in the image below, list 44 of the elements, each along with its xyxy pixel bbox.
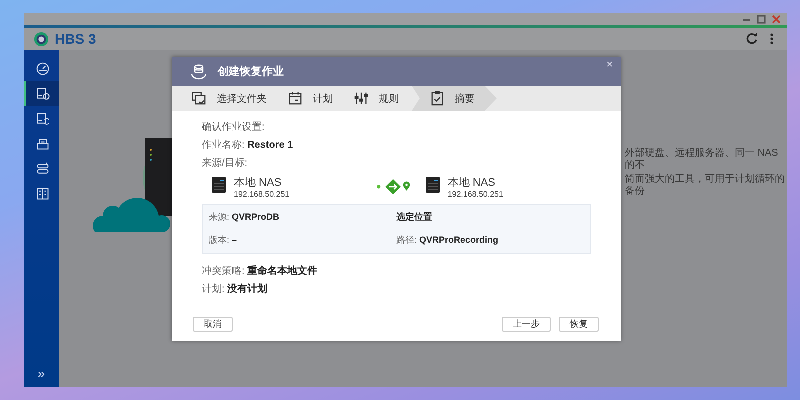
dialog-button[interactable]: 恢复	[559, 317, 599, 332]
clipboard-icon	[430, 91, 445, 106]
device-ip: 192.168.50.251	[448, 190, 504, 199]
source-target-label: 来源/目标:	[202, 156, 249, 170]
expand-button[interactable]: »	[24, 365, 59, 387]
folders-icon	[192, 91, 207, 106]
panel-icon	[36, 186, 50, 200]
detail-text: 路径: QVRProRecording	[396, 234, 500, 247]
restore-icon	[190, 64, 208, 80]
nas-icon	[212, 177, 226, 193]
section-heading: 确认作业设置:	[202, 120, 266, 134]
maximize-icon[interactable]	[757, 14, 766, 24]
sliders-icon	[354, 91, 369, 106]
app-logo-icon	[34, 32, 49, 46]
storage-icon	[36, 162, 50, 176]
description-text: 简而强大的工具，可用于计划循环的备份	[625, 174, 785, 198]
schedule-text: 计划: 没有计划	[202, 282, 269, 296]
close-button[interactable]: ×	[606, 59, 613, 71]
wizard-step-tab[interactable]: 摘要	[412, 86, 497, 111]
wizard-step-tab[interactable]: 规则	[346, 86, 412, 111]
wizard-step-tab[interactable]: 计划	[280, 86, 346, 111]
printer-icon	[36, 136, 50, 150]
calendar-icon	[288, 91, 303, 106]
app-title: HBS 3	[55, 31, 98, 47]
nas-icon	[426, 177, 440, 193]
detail-text: 来源: QVRProDB	[209, 211, 281, 224]
backup-icon	[36, 86, 50, 100]
dialog-button[interactable]: 上一步	[502, 317, 551, 332]
refresh-icon[interactable]	[745, 32, 759, 46]
device-ip: 192.168.50.251	[234, 190, 290, 199]
dashboard-icon	[36, 62, 50, 76]
device-name: 本地 NAS	[448, 176, 497, 190]
conflict-policy-text: 冲突策略: 重命名本地文件	[202, 264, 319, 278]
sync-icon	[36, 112, 50, 126]
wizard-step-tab[interactable]: 选择文件夹	[184, 86, 280, 111]
transfer-arrow-icon	[377, 179, 410, 195]
job-name-text: 作业名称: Restore 1	[202, 138, 294, 152]
cancel-button[interactable]: 取消	[193, 317, 233, 332]
device-name: 本地 NAS	[234, 176, 283, 190]
sidebar-item[interactable]	[24, 81, 59, 106]
description-text: 外部硬盘、远程服务器、同一 NAS 的不	[625, 148, 780, 172]
detail-text: 版本: –	[209, 234, 238, 247]
dialog-title: 创建恢复作业	[218, 64, 284, 79]
detail-text: 选定位置	[396, 211, 434, 224]
